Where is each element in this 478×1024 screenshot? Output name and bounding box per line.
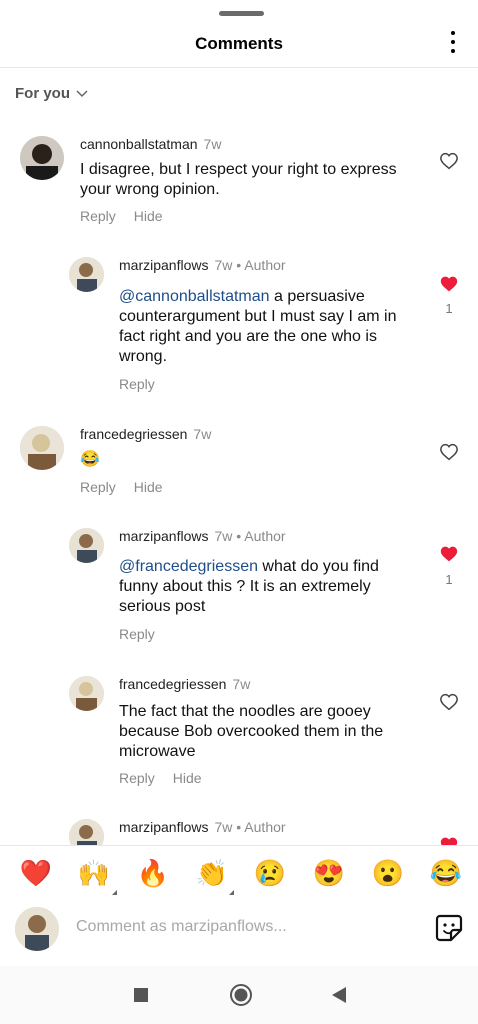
comment-text: @cannonballstatman a persuasive countera…	[119, 287, 419, 367]
emoji-raising-hands[interactable]: 🙌	[74, 858, 114, 888]
circle-nav-icon[interactable]	[229, 983, 253, 1007]
author-badge: • Author	[236, 528, 286, 544]
heart-outline-icon[interactable]	[439, 443, 459, 461]
comment-actions: Reply	[119, 376, 155, 392]
emoji-fire[interactable]: 🔥	[133, 858, 173, 888]
username[interactable]: francedegriessen	[80, 426, 187, 442]
emoji-heart[interactable]: ❤️	[16, 858, 56, 888]
username[interactable]: marzipanflows	[119, 819, 208, 835]
reply-button[interactable]: Reply	[119, 376, 155, 392]
avatar[interactable]	[20, 136, 64, 180]
partial-comment: marzipanflows 7w • Author	[0, 812, 478, 846]
comment-time: 7w	[193, 426, 212, 442]
reply-button[interactable]: Reply	[119, 770, 155, 786]
drag-handle[interactable]	[219, 11, 264, 16]
emoji-heart-eyes[interactable]: 😍	[309, 858, 349, 888]
emoji-crying-face[interactable]: 😢	[250, 858, 290, 888]
hide-button[interactable]: Hide	[134, 479, 163, 495]
comment-actions: Reply Hide	[119, 770, 202, 786]
skin-tone-indicator	[112, 890, 117, 895]
comment-text: I disagree, but I respect your right to …	[80, 161, 397, 198]
avatar	[15, 907, 59, 951]
emoji-bar-divider	[0, 845, 478, 846]
sticker-icon[interactable]	[434, 913, 464, 943]
comment-header: francedegriessen 7w	[80, 426, 211, 442]
author-badge: • Author	[236, 819, 286, 835]
avatar[interactable]	[20, 426, 64, 470]
comment-header: cannonballstatman 7w	[80, 136, 221, 152]
mention-link[interactable]: @francedegriessen	[119, 558, 258, 575]
mention-link[interactable]: @cannonballstatman	[119, 288, 270, 305]
comment-actions: Reply Hide	[80, 479, 163, 495]
more-vertical-icon[interactable]	[446, 31, 460, 53]
comment-time: 7w	[214, 528, 233, 544]
system-nav-bar	[0, 966, 478, 1024]
comment-header: marzipanflows 7w • Author	[119, 819, 286, 835]
emoji-clapping-hands[interactable]: 👏	[192, 858, 232, 888]
comment-text: 😂	[80, 451, 100, 468]
username[interactable]: marzipanflows	[119, 528, 208, 544]
page-title: Comments	[195, 34, 283, 53]
hide-button[interactable]: Hide	[173, 770, 202, 786]
emoji-tears-of-joy[interactable]: 😂	[426, 858, 466, 888]
comment-actions: Reply Hide	[80, 208, 163, 224]
hide-button[interactable]: Hide	[134, 208, 163, 224]
comment-time: 7w	[214, 819, 233, 835]
comment-text: @francedegriessen what do you find funny…	[119, 557, 419, 617]
like-count: 1	[445, 301, 453, 316]
username[interactable]: cannonballstatman	[80, 136, 198, 152]
heart-outline-icon[interactable]	[439, 152, 459, 170]
heart-outline-icon[interactable]	[439, 693, 459, 711]
square-nav-icon[interactable]	[134, 988, 148, 1002]
username[interactable]: marzipanflows	[119, 257, 208, 273]
avatar[interactable]	[69, 819, 104, 846]
heart-filled-icon[interactable]	[439, 545, 459, 563]
username[interactable]: francedegriessen	[119, 676, 226, 692]
emoji-open-mouth[interactable]: 😮	[368, 858, 408, 888]
like-count: 1	[445, 572, 453, 587]
comment-header: francedegriessen 7w	[119, 676, 250, 692]
author-badge: • Author	[236, 257, 286, 273]
chevron-down-icon	[76, 89, 88, 97]
reply-button[interactable]: Reply	[119, 626, 155, 642]
comment-time: 7w	[203, 136, 222, 152]
sort-dropdown[interactable]: For you	[15, 85, 88, 102]
comment-header: marzipanflows 7w • Author	[119, 257, 286, 273]
comment-header: marzipanflows 7w • Author	[119, 528, 286, 544]
skin-tone-indicator	[229, 890, 234, 895]
avatar[interactable]	[69, 676, 104, 711]
avatar[interactable]	[69, 257, 104, 292]
reply-button[interactable]: Reply	[80, 479, 116, 495]
reply-button[interactable]: Reply	[80, 208, 116, 224]
avatar[interactable]	[69, 528, 104, 563]
heart-filled-icon[interactable]	[439, 275, 459, 293]
comment-actions: Reply	[119, 626, 155, 642]
comment-text: The fact that the noodles are gooey beca…	[119, 703, 384, 760]
comment-input[interactable]: Comment as marzipanflows...	[76, 918, 287, 936]
header-divider	[0, 67, 478, 68]
comment-time: 7w	[232, 676, 251, 692]
sort-label: For you	[15, 85, 70, 102]
comment-time: 7w	[214, 257, 233, 273]
back-triangle-icon[interactable]	[331, 986, 347, 1004]
